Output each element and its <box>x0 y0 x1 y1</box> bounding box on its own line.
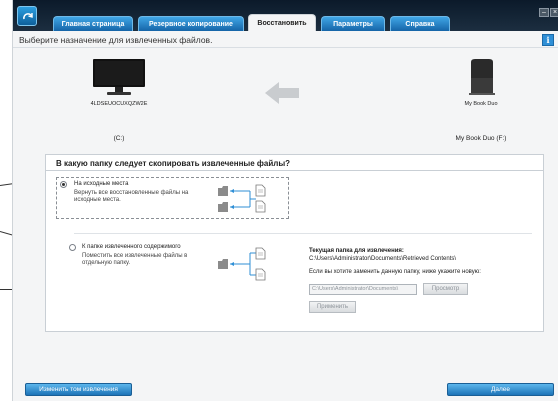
instruction-text: Выберите назначение для извлеченных файл… <box>19 35 213 45</box>
callout-gutter <box>0 0 12 401</box>
panel-title: В какую папку следует скопировать извлеч… <box>56 159 291 168</box>
option-retrieved-description: Поместить все извлеченные файлы в отдель… <box>82 253 188 266</box>
option-original-title: На исходные места <box>74 181 129 187</box>
current-folder-path: C:\Users\Administrator\Documents\Retriev… <box>309 256 457 262</box>
panel-divider <box>46 170 543 171</box>
target-drive-label: My Book Duo (F:) <box>455 135 507 142</box>
folder-path-input[interactable]: C:\Users\Administrator\Documents\ <box>309 284 417 295</box>
computer-monitor-icon <box>93 59 145 95</box>
app-window: Главная страница Резервное копирование В… <box>12 0 558 401</box>
source-computer-name: 4LDSEUOCUXQZW2E <box>90 101 148 107</box>
target-device-name: My Book Duo <box>464 101 498 107</box>
header-divider <box>13 47 558 48</box>
tab-restore[interactable]: Восстановить <box>248 14 316 31</box>
change-volume-button[interactable]: Изменить том извлечения <box>25 383 132 396</box>
info-icon[interactable]: i <box>542 34 554 46</box>
close-icon[interactable]: × <box>550 8 558 17</box>
restore-to-folder-diagram-icon <box>218 247 266 281</box>
source-drive-label: (C:) <box>113 135 125 142</box>
radio-original-locations[interactable] <box>60 181 67 188</box>
arrow-left-icon <box>265 82 299 104</box>
current-folder-label: Текущая папка для извлечения: <box>309 248 404 254</box>
change-folder-hint: Если вы хотите заменить данную папку, ни… <box>309 269 481 275</box>
tab-backup[interactable]: Резервное копирование <box>138 16 244 31</box>
external-drive-icon <box>469 59 495 95</box>
next-button[interactable]: Далее <box>447 383 554 396</box>
tab-help[interactable]: Справка <box>390 16 450 31</box>
app-logo-icon <box>17 6 37 26</box>
minimize-icon[interactable]: – <box>539 8 549 17</box>
radio-retrieved-folder[interactable] <box>69 244 76 251</box>
tab-bar: Главная страница Резервное копирование В… <box>13 0 558 31</box>
tab-settings[interactable]: Параметры <box>321 16 385 31</box>
tab-home[interactable]: Главная страница <box>53 16 133 31</box>
option-original-description: Вернуть все восстановленные файлы на исх… <box>74 190 189 203</box>
option-retrieved-title: К папке извлеченного содержимого <box>82 244 181 250</box>
apply-button[interactable]: Применить <box>309 301 356 313</box>
option-divider <box>74 233 532 234</box>
restore-to-original-diagram-icon <box>218 184 266 213</box>
destination-panel: В какую папку следует скопировать извлеч… <box>45 154 544 332</box>
browse-button[interactable]: Просмотр <box>423 283 468 295</box>
